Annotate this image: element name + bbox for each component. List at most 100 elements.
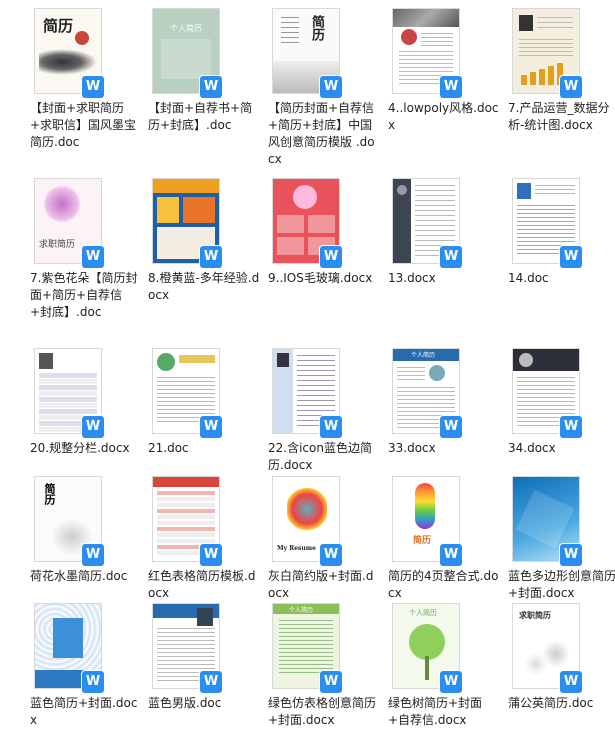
- file-item[interactable]: W 21.doc: [148, 348, 270, 488]
- text-line: [397, 371, 425, 372]
- file-item[interactable]: 个人简历 W 绿色仿表格创意简历+封面.docx: [268, 603, 390, 743]
- file-name[interactable]: 蓝色简历+封面.docx: [30, 695, 142, 729]
- file-item[interactable]: W 20.规整分栏.docx: [30, 348, 152, 488]
- file-name[interactable]: 【简历封面+自荐信+简历+封底】中国风创意简历模版 .docx: [268, 100, 380, 168]
- table-row: [39, 391, 97, 396]
- file-item[interactable]: W 7.产品运营_数据分析-统计图.docx: [508, 8, 615, 148]
- file-item[interactable]: 个人简历 W 【封面+自荐书+简历+封底】.doc: [148, 8, 270, 148]
- text-line: [415, 235, 455, 236]
- file-item[interactable]: W 14.doc: [508, 178, 615, 318]
- file-name[interactable]: 33.docx: [388, 440, 500, 457]
- polygon: [515, 489, 575, 549]
- file-name[interactable]: 荷花水墨简历.doc: [30, 568, 142, 585]
- text-line: [415, 200, 455, 201]
- table-row: [39, 409, 97, 414]
- text-line: [157, 632, 215, 633]
- file-item[interactable]: My Resume W 灰白简约版+封面.docx: [268, 476, 390, 616]
- file-name[interactable]: 红色表格简历模板.docx: [148, 568, 260, 602]
- file-name[interactable]: 【封面+自荐书+简历+封底】.doc: [148, 100, 260, 134]
- file-name[interactable]: 【封面+求职简历+求职信】国风墨宝简历.doc: [30, 100, 142, 151]
- file-name[interactable]: 34.docx: [508, 440, 615, 457]
- text-line: [519, 39, 573, 40]
- file-item[interactable]: W 9..IOS毛玻璃.docx: [268, 178, 390, 318]
- file-name[interactable]: 简历的4页整合式.docx: [388, 568, 500, 602]
- header-band: [179, 355, 215, 363]
- ink-brush: [39, 49, 97, 75]
- file-item[interactable]: W 8.橙黄蓝-多年经验.docx: [148, 178, 270, 318]
- file-name[interactable]: 22.含icon蓝色边简历.docx: [268, 440, 380, 474]
- block: [157, 197, 179, 223]
- text-line: [397, 411, 455, 412]
- file-item[interactable]: 简历 W 【封面+求职简历+求职信】国风墨宝简历.doc: [30, 8, 152, 149]
- text-line: [415, 185, 455, 186]
- text-line: [421, 33, 453, 34]
- header-band: [153, 477, 219, 487]
- file-item[interactable]: 个人简历 W 绿色树简历+封面+自荐信.docx: [388, 603, 510, 743]
- text-line: [279, 648, 333, 649]
- word-doc-icon: W: [560, 76, 582, 98]
- text-line: [157, 413, 215, 414]
- text-line: [157, 381, 215, 382]
- thumb-title: 简历: [43, 483, 56, 505]
- text-line: [517, 229, 575, 230]
- file-name[interactable]: 蓝色男版.doc: [148, 695, 260, 712]
- file-item[interactable]: W 蓝色多边形创意简历+封面.docx: [508, 476, 615, 616]
- file-item[interactable]: 个人简历 W 33.docx: [388, 348, 510, 488]
- red-seal: [75, 31, 89, 45]
- table-row: [157, 491, 215, 495]
- file-name[interactable]: 9..IOS毛玻璃.docx: [268, 270, 380, 287]
- text-line: [157, 628, 215, 629]
- thumb-title: 简历: [43, 17, 74, 35]
- file-name[interactable]: 7.紫色花朵【简历封面+简历+自荐信+封底】.doc: [30, 270, 142, 321]
- file-name[interactable]: 绿色树简历+封面+自荐信.docx: [388, 695, 500, 729]
- file-item[interactable]: 简历 W 简历的4页整合式.docx: [388, 476, 510, 616]
- text-line: [517, 217, 575, 218]
- text-line: [415, 230, 455, 231]
- text-line: [397, 395, 455, 396]
- flower: [43, 185, 81, 223]
- file-name[interactable]: 4..lowpoly风格.docx: [388, 100, 500, 134]
- file-name[interactable]: 灰白简约版+封面.docx: [268, 568, 380, 602]
- word-doc-icon: W: [440, 671, 462, 693]
- file-item[interactable]: W 红色表格简历模板.docx: [148, 476, 270, 616]
- text-line: [279, 652, 333, 653]
- file-item[interactable]: 求职简历 W 7.紫色花朵【简历封面+简历+自荐信+封底】.doc: [30, 178, 152, 319]
- text-line: [415, 190, 455, 191]
- file-item[interactable]: W 13.docx: [388, 178, 510, 318]
- text-line: [157, 405, 215, 406]
- file-item[interactable]: 求职简历 W 蒲公英简历.doc: [508, 603, 615, 743]
- avatar: [277, 353, 289, 367]
- file-item[interactable]: W 蓝色男版.doc: [148, 603, 270, 743]
- text-line: [297, 375, 335, 376]
- file-name[interactable]: 14.doc: [508, 270, 615, 287]
- file-item[interactable]: W 34.docx: [508, 348, 615, 488]
- file-item[interactable]: W 蓝色简历+封面.docx: [30, 603, 152, 743]
- text-line: [415, 240, 455, 241]
- file-name[interactable]: 20.规整分栏.docx: [30, 440, 142, 457]
- text-line: [397, 399, 455, 400]
- text-line: [517, 213, 575, 214]
- thumb-title: 求职简历: [39, 240, 76, 250]
- text-line: [399, 71, 453, 72]
- text-line: [415, 195, 455, 196]
- text-line: [297, 385, 335, 386]
- word-doc-icon: W: [320, 76, 342, 98]
- file-name[interactable]: 13.docx: [388, 270, 500, 287]
- file-name[interactable]: 蓝色多边形创意简历+封面.docx: [508, 568, 615, 602]
- tree-trunk: [425, 656, 429, 680]
- file-name[interactable]: 8.橙黄蓝-多年经验.docx: [148, 270, 260, 304]
- word-doc-icon: W: [200, 246, 222, 268]
- file-name[interactable]: 蒲公英简历.doc: [508, 695, 615, 712]
- thumb-title: My Resume: [277, 545, 316, 552]
- file-item[interactable]: 简历 W 荷花水墨简历.doc: [30, 476, 152, 616]
- file-item[interactable]: W 4..lowpoly风格.docx: [388, 8, 510, 148]
- word-doc-icon: W: [82, 416, 104, 438]
- text-line: [157, 644, 215, 645]
- file-name[interactable]: 21.doc: [148, 440, 260, 457]
- text-line: [399, 51, 453, 52]
- file-name[interactable]: 7.产品运营_数据分析-统计图.docx: [508, 100, 615, 134]
- text-line: [397, 403, 455, 404]
- file-name[interactable]: 绿色仿表格创意简历+封面.docx: [268, 695, 380, 729]
- file-item[interactable]: W 22.含icon蓝色边简历.docx: [268, 348, 390, 488]
- file-item[interactable]: 简历 W 【简历封面+自荐信+简历+封底】中国风创意简历模版 .docx: [268, 8, 390, 166]
